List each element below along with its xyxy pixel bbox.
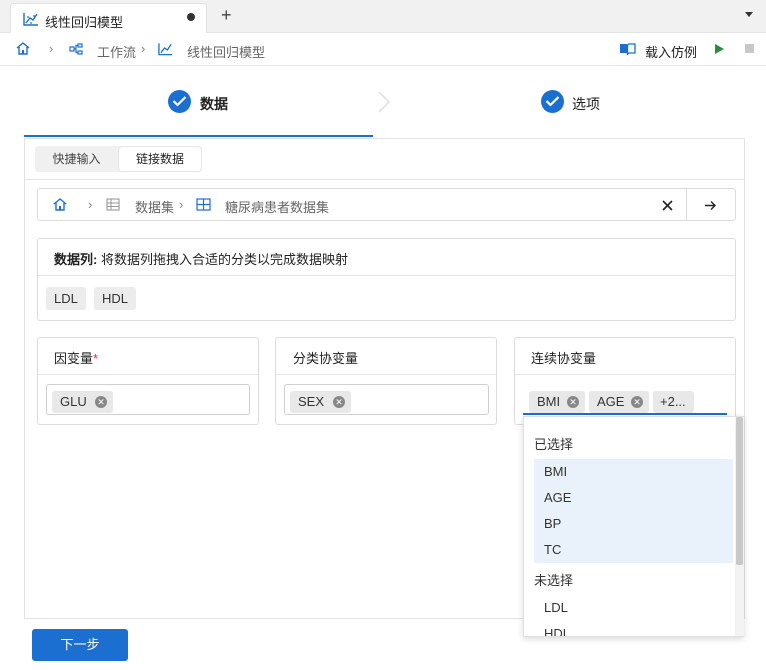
remove-tag-icon[interactable]: ✕ xyxy=(567,396,579,408)
home-icon[interactable] xyxy=(53,198,67,214)
dropdown-option-hdl[interactable]: HDL xyxy=(534,621,733,636)
divider xyxy=(38,275,735,276)
data-columns-hint: 将数据列拖拽入合适的分类以完成数据映射 xyxy=(97,252,348,267)
dropdown-option-ldl[interactable]: LDL xyxy=(534,595,733,621)
remove-tag-icon[interactable]: ✕ xyxy=(333,396,345,408)
divider xyxy=(25,179,744,180)
close-icon[interactable] xyxy=(662,199,673,214)
load-example-button[interactable]: 载入仿例 xyxy=(645,42,697,61)
path-separator: › xyxy=(179,197,184,212)
chart-line-icon xyxy=(23,12,39,29)
column-chip-hdl[interactable]: HDL xyxy=(94,287,137,310)
breadcrumb: › 工作流 › 线性回归模型 载入仿例 xyxy=(0,33,766,66)
remove-tag-icon[interactable]: ✕ xyxy=(95,396,107,408)
divider xyxy=(276,374,496,375)
variable-tag-glu[interactable]: GLU ✕ xyxy=(52,391,113,413)
dropdown-option-bp[interactable]: BP xyxy=(534,511,733,537)
step-complete-check-icon xyxy=(541,90,564,113)
continuous-covariate-title: 连续协变量 xyxy=(531,351,597,366)
dropdown-scrollbar[interactable] xyxy=(736,417,743,565)
data-columns-label: 数据列: xyxy=(54,252,98,267)
variable-tag-age[interactable]: AGE ✕ xyxy=(589,391,649,413)
breadcrumb-model[interactable]: 线性回归模型 xyxy=(187,42,265,61)
path-dataset-name[interactable]: 糖尿病患者数据集 xyxy=(225,197,329,216)
segment-quick-input[interactable]: 快捷输入 xyxy=(35,146,118,172)
run-icon[interactable] xyxy=(715,44,724,54)
tab-bar: 线性回归模型 + xyxy=(0,0,766,34)
unsaved-dot-icon[interactable] xyxy=(187,13,195,21)
selected-heading: 已选择 xyxy=(534,437,574,452)
column-chip-ldl[interactable]: LDL xyxy=(46,287,86,310)
stop-icon[interactable] xyxy=(745,44,754,53)
tab-menu-chevron-icon[interactable] xyxy=(745,12,753,17)
workflow-icon xyxy=(69,43,83,58)
dataset-folder-icon xyxy=(106,198,120,214)
dropdown-option-tc[interactable]: TC xyxy=(534,537,733,563)
next-step-button[interactable]: 下一步 xyxy=(32,629,128,661)
required-mark: * xyxy=(93,351,99,366)
divider xyxy=(515,374,735,375)
path-separator: › xyxy=(88,197,93,212)
new-tab-button[interactable]: + xyxy=(221,6,232,24)
tab-linear-regression[interactable]: 线性回归模型 xyxy=(10,3,207,34)
dropdown-option-bmi[interactable]: BMI xyxy=(534,459,733,485)
divider xyxy=(686,189,687,220)
step-data[interactable]: 数据 xyxy=(200,94,228,114)
step-complete-check-icon xyxy=(168,90,191,113)
tag-label: AGE xyxy=(597,394,625,409)
dependent-variable-label: 因变量 xyxy=(54,351,94,366)
arrow-right-icon[interactable] xyxy=(704,199,717,214)
breadcrumb-separator: › xyxy=(49,41,54,56)
breadcrumb-workflow[interactable]: 工作流 xyxy=(97,42,136,61)
tag-label: GLU xyxy=(60,394,87,409)
dependent-variable-title: 因变量* xyxy=(54,348,98,367)
table-icon xyxy=(196,198,211,214)
tag-label: SEX xyxy=(298,394,325,409)
data-columns-title: 数据列: 将数据列拖拽入合适的分类以完成数据映射 xyxy=(54,249,348,268)
dropdown-option-age[interactable]: AGE xyxy=(534,485,733,511)
breadcrumb-separator: › xyxy=(141,41,146,56)
tab-title: 线性回归模型 xyxy=(45,15,124,30)
path-datasets[interactable]: 数据集 xyxy=(135,197,174,216)
variable-tag-sex[interactable]: SEX ✕ xyxy=(290,391,351,413)
book-icon[interactable] xyxy=(619,42,636,59)
unselected-heading: 未选择 xyxy=(534,573,574,588)
variable-tag-bmi[interactable]: BMI ✕ xyxy=(529,391,585,413)
step-options[interactable]: 选项 xyxy=(572,94,600,114)
segment-link-data[interactable]: 链接数据 xyxy=(119,147,201,171)
categorical-covariate-title: 分类协变量 xyxy=(293,351,359,366)
chart-line-icon xyxy=(158,42,173,59)
remove-tag-icon[interactable]: ✕ xyxy=(631,396,643,408)
active-step-indicator xyxy=(24,135,373,137)
more-tags-badge[interactable]: +2... xyxy=(653,391,694,413)
step-chevron-icon xyxy=(377,90,391,117)
divider xyxy=(38,374,258,375)
tag-label: BMI xyxy=(537,394,561,409)
home-icon[interactable] xyxy=(16,42,30,58)
